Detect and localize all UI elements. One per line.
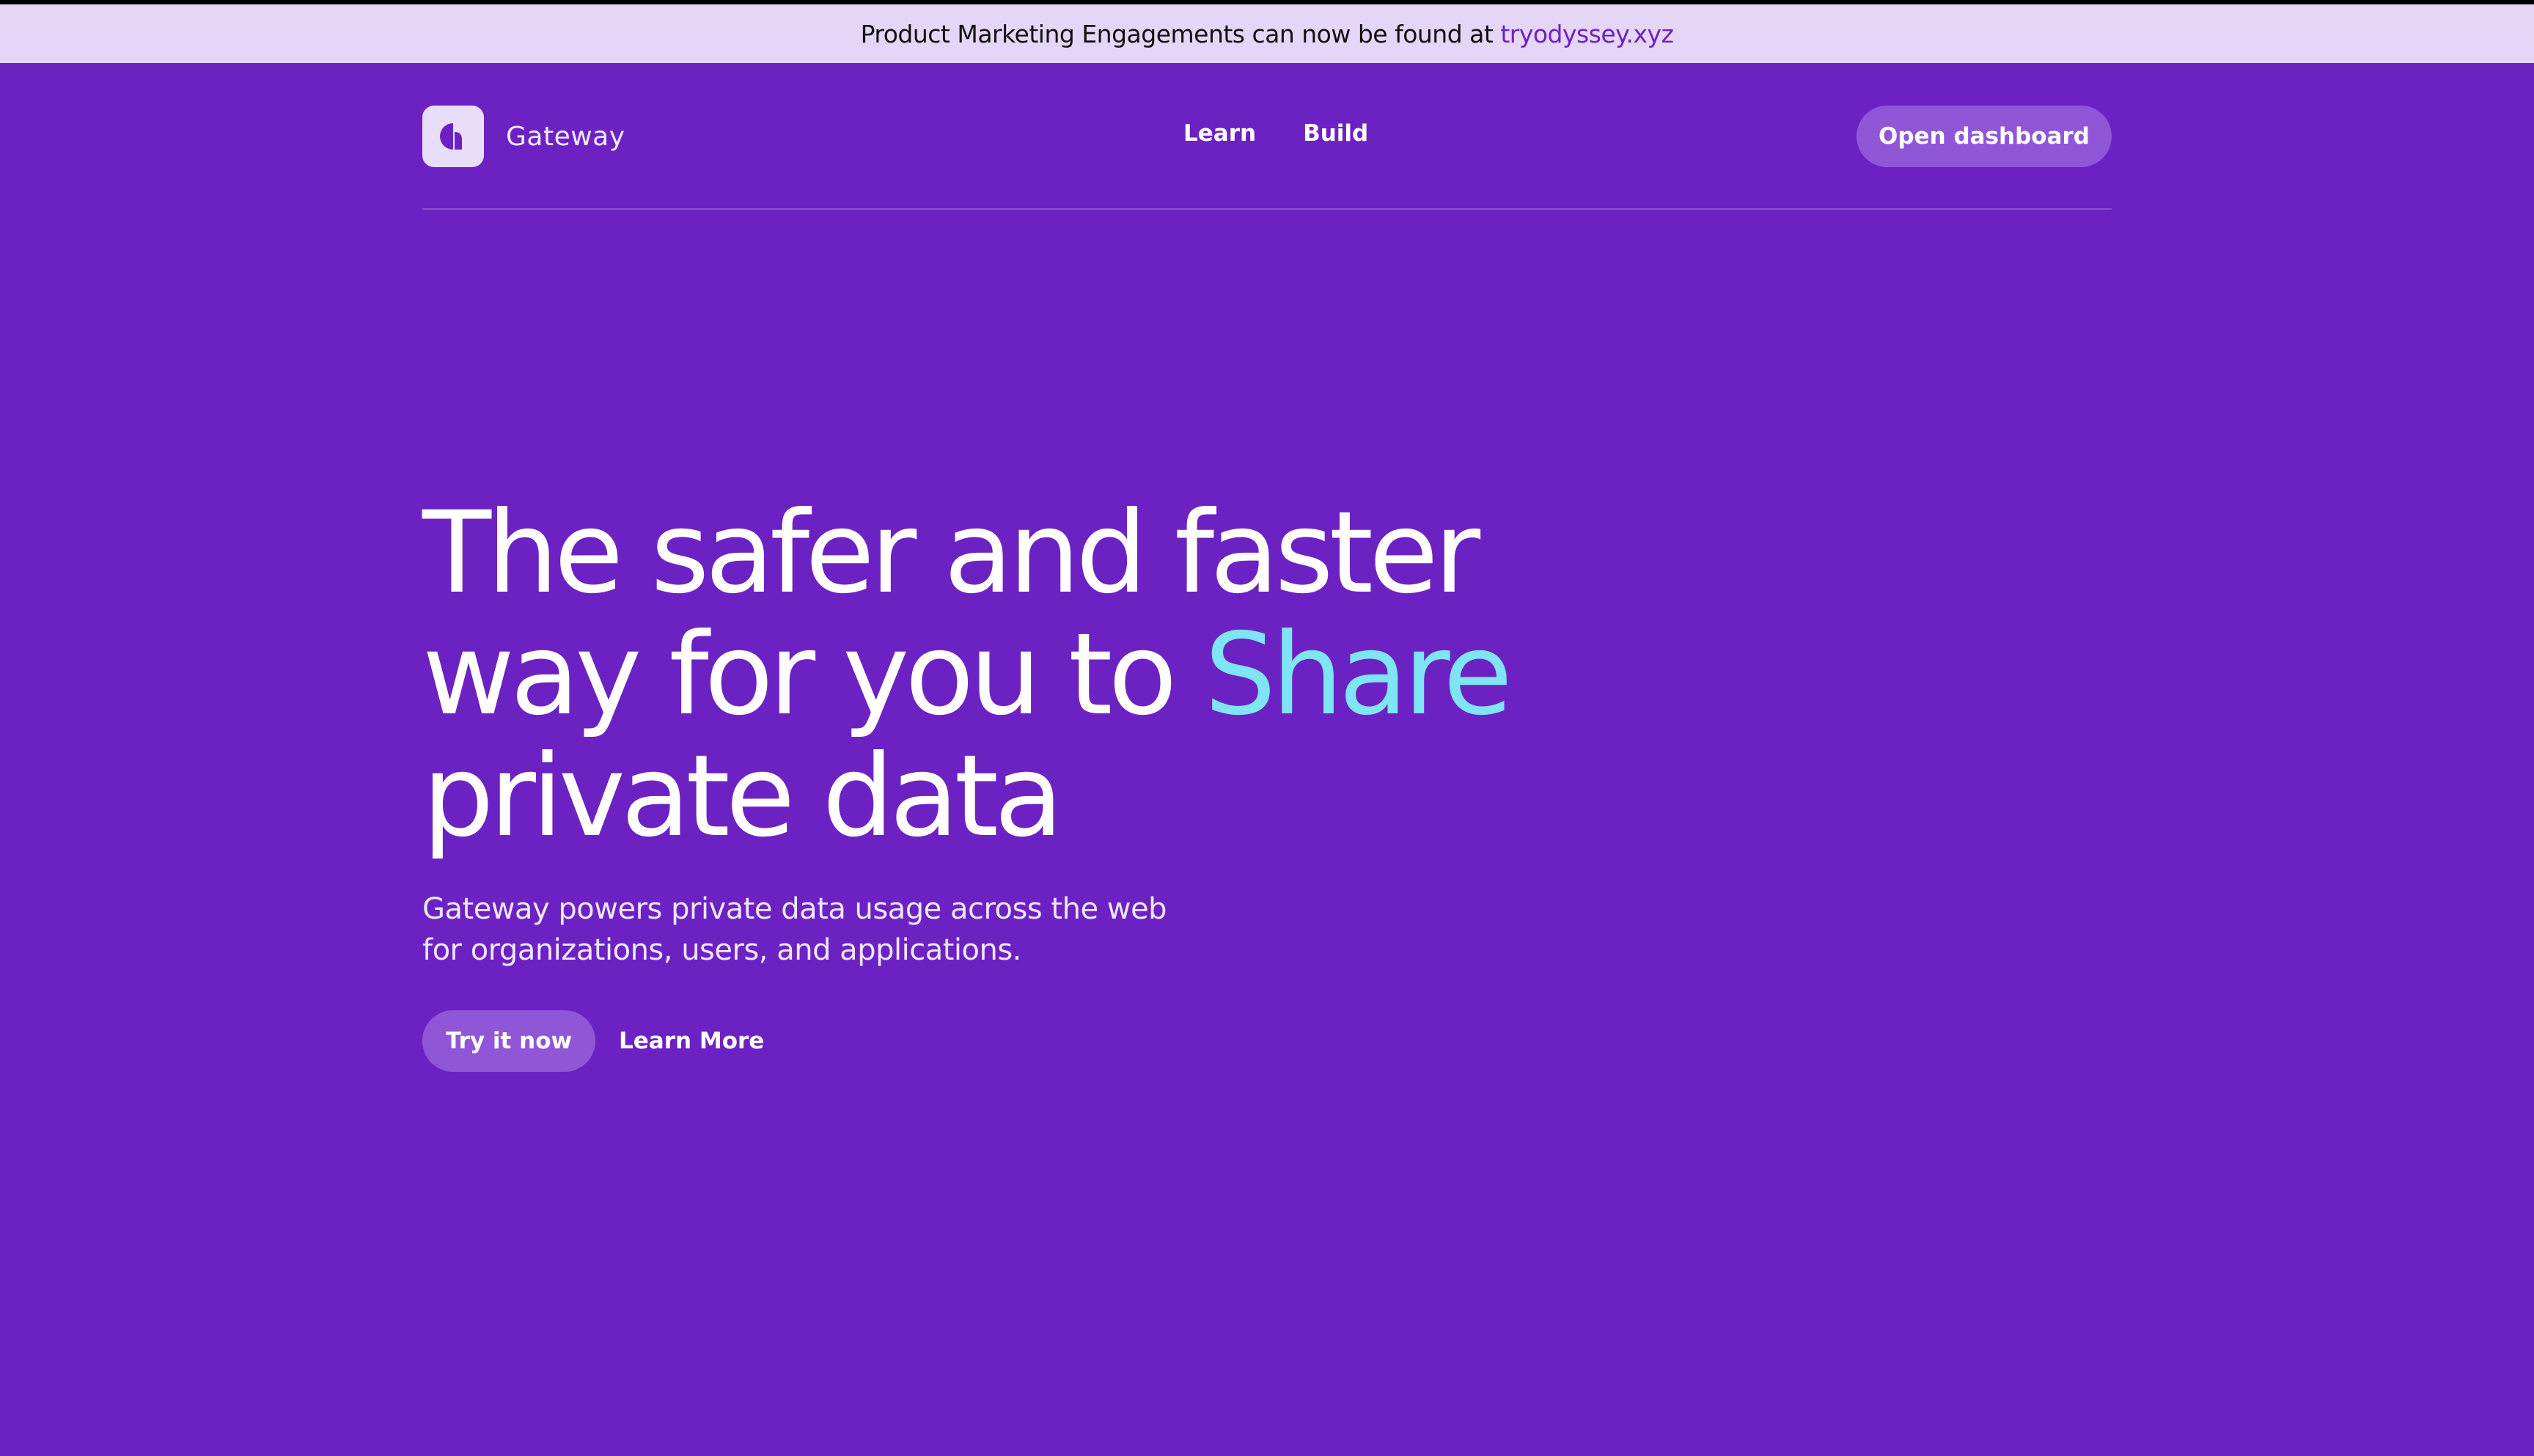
nav-link-build[interactable]: Build	[1303, 120, 1368, 147]
brand-logo[interactable]: Gateway	[422, 106, 625, 167]
brand-name: Gateway	[506, 121, 625, 152]
hero-section: The safer and faster way for you to Shar…	[422, 493, 1742, 1072]
header-divider	[422, 208, 2112, 210]
site-header: Gateway Learn Build Open dashboard	[422, 63, 2112, 210]
hero-cta-group: Try it now Learn More	[422, 1010, 1742, 1072]
subtitle-line-1: Gateway powers private data usage across…	[422, 892, 1167, 926]
headline-line-3: private data	[422, 731, 1063, 862]
announcement-bar: Product Marketing Engagements can now be…	[0, 4, 2534, 63]
gateway-logo-icon	[422, 106, 484, 167]
try-it-now-button[interactable]: Try it now	[422, 1010, 595, 1072]
hero-headline: The safer and faster way for you to Shar…	[422, 493, 1742, 858]
announcement-link[interactable]: tryodyssey.xyz	[1500, 20, 1674, 48]
learn-more-link[interactable]: Learn More	[619, 1028, 764, 1054]
announcement-text: Product Marketing Engagements can now be…	[860, 19, 1494, 48]
nav-link-learn[interactable]: Learn	[1183, 120, 1256, 147]
subtitle-line-2: for organizations, users, and applicatio…	[422, 933, 1021, 967]
hero-subtitle: Gateway powers private data usage across…	[422, 889, 1302, 971]
headline-line-1: The safer and faster	[422, 488, 1480, 619]
headline-line-2-prefix: way for you to	[422, 609, 1178, 740]
main-nav: Learn Build	[1183, 120, 1368, 147]
open-dashboard-button[interactable]: Open dashboard	[1857, 106, 2112, 167]
headline-accent-word: Share	[1204, 609, 1513, 740]
